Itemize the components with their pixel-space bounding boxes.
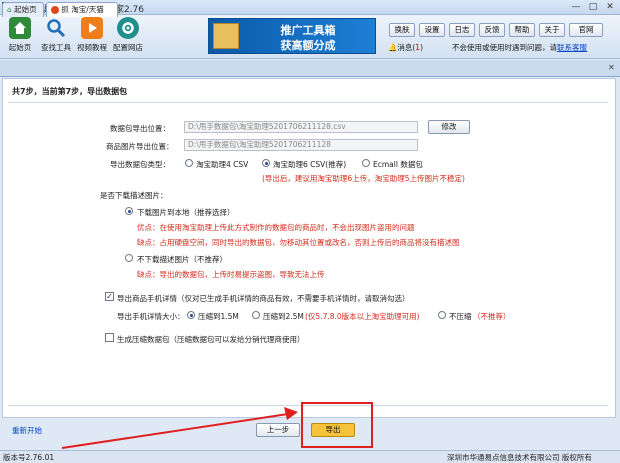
support-notice: 不会使用或使用时遇到问题，请联系客服 xyxy=(452,42,587,53)
size-2-5m-note: (仅5.7.8.0版本以上淘宝助理可用) xyxy=(305,312,420,321)
tab-export-label: 抓 淘宝/天猫 xyxy=(61,5,104,14)
type-option-1-label: 淘宝助理4 CSV xyxy=(196,160,249,169)
no-download-radio[interactable] xyxy=(125,254,133,262)
help-button[interactable]: 帮助 xyxy=(509,23,535,37)
toolbar-video-button[interactable]: 视频教程 xyxy=(74,17,110,57)
compress-package-label: 生成压缩数据包（压缩数据包可以发给分销代理商使用） xyxy=(117,335,305,344)
gear-icon xyxy=(117,17,139,39)
type-option-3-label: Ecmall 数据包 xyxy=(373,160,423,169)
no-compress-radio[interactable] xyxy=(438,311,446,319)
pointer-arrow xyxy=(61,407,298,449)
settings-button[interactable]: 设置 xyxy=(419,23,445,37)
size-2-5m-radio[interactable] xyxy=(252,311,260,319)
download-pro-note: 优点：在使用淘宝助理上传此方式制作的数据包的商品时，不会出现图片盗用的问题 xyxy=(137,223,415,232)
mobile-detail-label: 导出商品手机详情（仅对已生成手机详情的商品有效，不需要手机详情时，请取消勾选） xyxy=(117,294,410,303)
type-option-3-radio[interactable] xyxy=(362,159,370,167)
about-button[interactable]: 关于 xyxy=(539,23,565,37)
size-2-5m-label: 压缩到2.5M xyxy=(263,312,304,321)
mobile-detail-checkbox[interactable]: ✓ xyxy=(105,292,114,301)
type-option-1-radio[interactable] xyxy=(185,159,193,167)
search-icon xyxy=(45,17,67,39)
toolbar-search-label: 查找工具 xyxy=(41,43,71,52)
toolbar-config-button[interactable]: 配置网店 xyxy=(110,17,146,57)
modify-path-button[interactable]: 修改 xyxy=(428,120,470,134)
support-notice-text: 不会使用或使用时遇到问题，请 xyxy=(452,43,557,52)
version-text: 版本号2.76.01 xyxy=(3,453,55,462)
size-1-5m-radio[interactable] xyxy=(187,311,195,319)
promo-banner[interactable]: 推广工具箱 获高额分成 xyxy=(208,18,376,54)
tab-strip xyxy=(0,60,620,77)
toolbox-icon xyxy=(213,23,239,49)
close-window-button[interactable]: ✕ xyxy=(602,1,618,13)
compress-package-checkbox[interactable] xyxy=(105,333,114,342)
close-tab-icon[interactable]: ✕ xyxy=(608,63,615,72)
toolbar-video-label: 视频教程 xyxy=(77,43,107,52)
toolbar-config-label: 配置网店 xyxy=(113,43,143,52)
type-option-2-radio[interactable] xyxy=(262,159,270,167)
company-text: 深圳市华通易点信息技术有限公司 版权所有 xyxy=(447,453,592,462)
banner-line-1: 推广工具箱 xyxy=(280,24,336,37)
tab-home[interactable]: ⌂ 起始页 xyxy=(2,2,44,17)
messages-close-paren: ) xyxy=(420,43,423,52)
image-path-label: 商品图片导出位置： xyxy=(106,142,174,151)
messages-label: 消息( xyxy=(397,43,416,52)
type-warning: (导出后，建议用淘宝助理6上传，淘宝助理5上传图片不稳定) xyxy=(262,174,465,183)
home-icon xyxy=(9,17,31,39)
toolbar-search-button[interactable]: 查找工具 xyxy=(38,17,74,57)
download-images-label: 下载图片到本地（推荐选择） xyxy=(137,208,235,217)
image-path-field[interactable]: D:\甩手数据包\淘宝助理5201706211128 xyxy=(184,139,418,151)
taobao-tab-icon xyxy=(51,6,59,14)
toolbar-home-button[interactable]: 起始页 xyxy=(2,17,38,57)
minimize-button[interactable]: — xyxy=(568,1,584,13)
package-path-label: 数据包导出位置： xyxy=(110,124,170,133)
tab-home-label: 起始页 xyxy=(14,5,37,14)
desc-image-question: 是否下载描述图片： xyxy=(100,191,168,200)
maximize-button[interactable]: □ xyxy=(585,1,601,13)
no-compress-note: （不推荐） xyxy=(473,312,511,321)
skin-button[interactable]: 换肤 xyxy=(389,23,415,37)
size-1-5m-label: 压缩到1.5M xyxy=(198,312,239,321)
package-path-field[interactable]: D:\甩手数据包\淘宝助理5201706211128.csv xyxy=(184,121,418,133)
banner-line-2: 获高额分成 xyxy=(280,39,336,52)
download-con-note: 缺点：占用硬盘空间，同时导出的数据包，勿移动其位置或改名，否则上传后的商品将没有… xyxy=(137,238,460,247)
log-button[interactable]: 日志 xyxy=(449,23,475,37)
step-title: 共7步，当前第7步，导出数据包 xyxy=(12,87,128,96)
home-tab-icon: ⌂ xyxy=(7,5,12,14)
type-option-2-label: 淘宝助理6 CSV(推荐) xyxy=(273,160,347,169)
bell-icon: 🔔 xyxy=(388,43,398,52)
tab-taobao-export[interactable]: 抓 淘宝/天猫 xyxy=(46,2,118,17)
download-images-radio[interactable] xyxy=(125,207,133,215)
no-compress-label: 不压缩 xyxy=(449,312,472,321)
mobile-size-label: 导出手机详情大小： xyxy=(117,312,185,321)
no-download-con-note: 缺点：导出的数据包，上传时易提示盗图，导致无法上传 xyxy=(137,270,325,279)
package-type-label: 导出数据包类型： xyxy=(110,160,170,169)
feedback-button[interactable]: 反馈 xyxy=(479,23,505,37)
messages-link[interactable]: 🔔消息(1) xyxy=(388,42,423,53)
website-button[interactable]: 官网 xyxy=(569,23,603,37)
no-download-label: 不下载描述图片（不推荐） xyxy=(137,255,227,264)
toolbar-home-label: 起始页 xyxy=(8,43,32,52)
step-divider xyxy=(8,102,608,103)
contact-support-link[interactable]: 联系客服 xyxy=(557,43,587,52)
video-icon xyxy=(81,17,103,39)
